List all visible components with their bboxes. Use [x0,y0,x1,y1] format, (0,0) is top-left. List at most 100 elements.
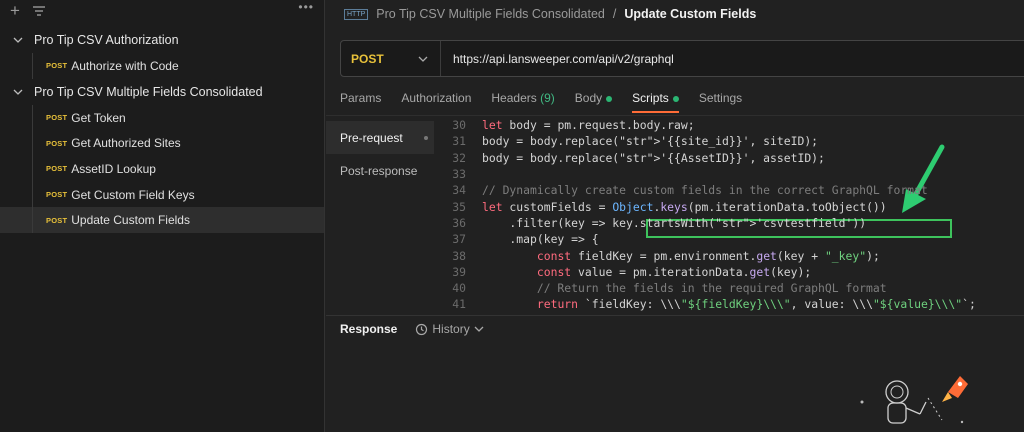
post-response-label: Post-response [340,163,418,178]
method-badge: POST [46,61,68,71]
history-label: History [432,322,470,336]
url-input[interactable]: https://api.lansweeper.com/api/v2/graphq… [441,52,674,66]
method-badge: POST [46,138,68,148]
request-label: Get Token [71,110,126,125]
code-line: 31 body = body.replace("str">'{{site_id}}… [446,133,1024,149]
response-divider [326,315,1024,316]
tab-params[interactable]: Params [340,91,381,113]
breadcrumb-separator: / [612,7,617,21]
code-line: 32 body = body.replace("str">'{{AssetID}}… [446,150,1024,166]
code-text: // Dynamically create custom fields in t… [482,183,928,198]
code-text: let body = pm.request.body.raw; [482,118,695,133]
body-indicator-icon [606,95,613,102]
tab-settings[interactable]: Settings [699,91,742,113]
pre-request-tab[interactable]: Pre-request [326,121,434,154]
request-item[interactable]: POST Get Token [0,104,324,131]
code-line: 34 // Dynamically create custom fields in… [446,182,1024,198]
tab-scripts[interactable]: Scripts [632,91,679,113]
code-line: 30 let body = pm.request.body.raw; [446,117,1024,133]
code-text: // Return the fields in the required Gra… [482,281,887,296]
request-label: Get Authorized Sites [71,136,181,151]
more-icon[interactable]: ••• [298,1,314,13]
tab-authorization-label: Authorization [401,91,472,105]
breadcrumb-collection[interactable]: Pro Tip CSV Multiple Fields Consolidated [376,7,605,21]
line-number: 35 [452,199,466,214]
code-line: 33 [446,166,1024,182]
folder-label: Pro Tip CSV Multiple Fields Consolidated [34,84,263,99]
chevron-down-icon [13,37,23,43]
tab-body-label: Body [574,91,603,105]
request-item[interactable]: POST Get Authorized Sites [0,130,324,156]
method-badge: POST [46,113,68,123]
sidebar-toolbar: + ••• [0,0,324,22]
code-text: body = body.replace("str">'{{site_id}}',… [482,134,819,149]
filter-icon[interactable] [32,5,46,17]
line-number: 38 [452,248,466,263]
request-item[interactable]: POST Authorize with Code [0,53,324,79]
pre-request-dot-icon [424,136,428,140]
tabs-divider [326,115,1024,116]
folder-item[interactable]: Pro Tip CSV Authorization [0,27,324,53]
history-icon [416,323,428,335]
tab-headers[interactable]: Headers (9) [491,91,554,113]
code-text: .map(key => { [482,232,599,247]
tab-headers-label: Headers [491,91,537,105]
chevron-down-icon [418,56,428,62]
scripts-indicator-icon [672,95,679,102]
breadcrumb-current[interactable]: Update Custom Fields [624,7,756,21]
breadcrumb: HTTP Pro Tip CSV Multiple Fields Consoli… [326,0,1024,28]
request-tabs: Params Authorization Headers (9) Body Sc… [340,91,742,113]
tab-authorization[interactable]: Authorization [401,91,471,113]
request-label: AssetID Lookup [71,161,156,176]
request-label: Authorize with Code [71,58,179,73]
line-number: 39 [452,264,466,279]
line-number: 37 [452,232,466,247]
method-badge: POST [46,215,68,225]
method-select[interactable]: POST [341,41,441,76]
code-line: 38 const fieldKey = pm.environment.get(k… [446,247,1024,263]
sidebar: + ••• Pro Tip CSV Authorization POST Autho… [0,0,325,432]
folder-item[interactable]: Pro Tip CSV Multiple Fields Consolidated [0,79,324,105]
method-badge: POST [46,190,68,200]
request-label: Get Custom Field Keys [71,187,195,202]
code-editor[interactable]: 30 let body = pm.request.body.raw; 31 body … [446,117,1024,315]
tab-body[interactable]: Body [574,91,613,113]
headers-count: (9) [540,91,555,105]
rocket-illustration [860,376,968,424]
line-number: 31 [452,134,466,149]
code-text: body = body.replace("str">'{{AssetID}}',… [482,150,825,165]
line-number: 33 [452,167,466,182]
line-number: 30 [452,118,466,133]
method-badge: POST [46,164,68,174]
code-text: const value = pm.iterationData.get(key); [536,264,812,279]
code-text: let customFields = Object.keys(pm.iterat… [482,199,887,214]
collection-tree: Pro Tip CSV Authorization POST Authorize w… [0,22,324,234]
plus-icon[interactable]: + [10,2,20,19]
code-line: 35 let customFields = Object.keys(pm.iter… [446,198,1024,214]
http-badge-icon: HTTP [344,8,369,20]
response-title[interactable]: Response [340,322,397,336]
method-label: POST [351,51,384,66]
folder-label: Pro Tip CSV Authorization [34,33,179,47]
code-text: return `fieldKey: \\\"${fieldKey}\\\", v… [536,297,976,312]
request-label: Update Custom Fields [71,213,190,228]
line-number: 36 [452,215,466,230]
code-line: 39 const value = pm.iterationData.get(ke… [446,264,1024,280]
request-item[interactable]: POST Get Custom Field Keys [0,181,324,208]
chevron-down-icon [474,326,484,332]
request-item[interactable]: POST AssetID Lookup [0,156,324,182]
request-url-bar: POST https://api.lansweeper.com/api/v2/g… [340,40,1024,77]
line-number: 40 [452,281,466,296]
code-text: const fieldKey = pm.environment.get(key … [536,248,880,263]
post-response-tab[interactable]: Post-response [326,154,434,187]
tab-settings-label: Settings [698,91,743,105]
pre-request-label: Pre-request [340,130,403,145]
line-number: 32 [452,150,466,165]
chevron-down-icon [13,89,23,95]
line-number: 41 [452,297,466,312]
request-item[interactable]: POST Update Custom Fields [0,207,324,234]
response-bar: Response History [340,322,484,336]
code-line: 37 .map(key => { [446,231,1024,247]
history-button[interactable]: History [415,322,484,336]
code-line: 36 .filter(key => key.startsWith("str">'… [446,215,1024,231]
